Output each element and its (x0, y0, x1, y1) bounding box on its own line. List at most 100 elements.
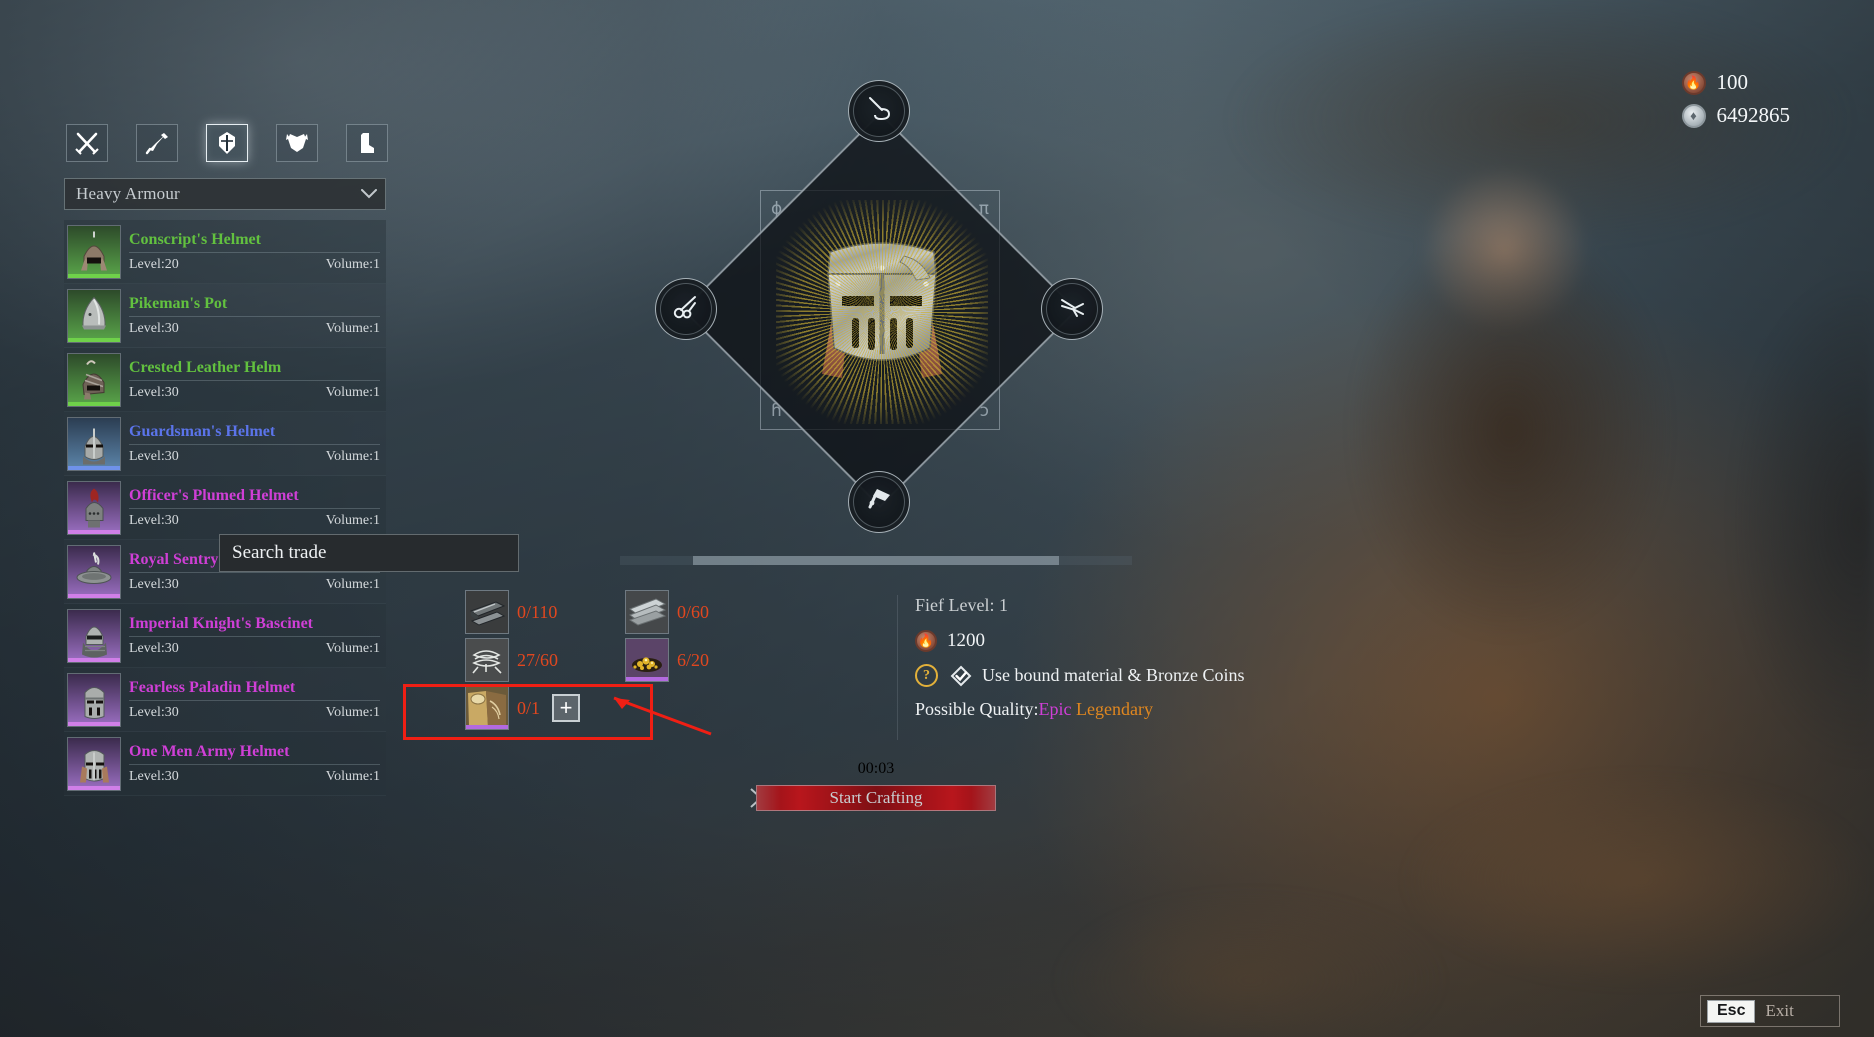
item-volume: Volume:1 (325, 384, 380, 400)
craft-cost-value: 1200 (947, 630, 985, 651)
item-name: Fearless Paladin Helmet (129, 678, 296, 696)
item-level: Level:30 (129, 512, 179, 528)
material-count: 6/20 (677, 649, 710, 670)
item-volume: Volume:1 (325, 512, 380, 528)
bronze-coin-icon: 🔥 (1681, 70, 1706, 95)
add-material-button[interactable]: + (552, 694, 581, 722)
item-thumbnail (67, 672, 121, 727)
fief-level-label: Fief Level: 1 (915, 595, 1008, 615)
node-hammer[interactable] (848, 471, 910, 533)
item-thumbnail-art (72, 418, 116, 469)
material-count: 27/60 (517, 649, 559, 670)
material-cell[interactable]: 6/20 (625, 636, 785, 684)
node-scissors[interactable] (655, 278, 717, 340)
material-cell[interactable]: 27/60 (465, 636, 625, 684)
item-level: Level:30 (129, 768, 179, 784)
craft-cost-row: 🔥 1200 (915, 630, 1375, 652)
material-icon[interactable] (465, 590, 509, 634)
bound-material-row[interactable]: ? Use bound material & Bronze Coins (915, 664, 1375, 687)
item-thumbnail (67, 480, 121, 535)
material-cell[interactable]: 0/110 (465, 588, 625, 636)
item-thumbnail-art (72, 674, 116, 725)
item-volume: Volume:1 (325, 448, 380, 464)
tab-weapons[interactable] (66, 124, 108, 162)
item-thumbnail-art (72, 546, 116, 597)
esc-exit-button[interactable]: Esc Exit (1700, 995, 1840, 1027)
item-list-row[interactable]: Fearless Paladin Helmet Level:30 Volume:1 (64, 668, 386, 732)
search-trade-tooltip[interactable]: Search trade (219, 534, 519, 572)
bronze-coin-value: 100 (1716, 70, 1749, 94)
item-list-row[interactable]: Imperial Knight's Bascinet Level:30 Volume… (64, 604, 386, 668)
material-count: 0/1 (517, 697, 541, 718)
item-thumbnail-art (72, 226, 116, 277)
currency-silver: ♦ 6492865 (1681, 103, 1791, 128)
materials-panel: 0/110 0/60 27/60 6/20 0/1 + (465, 588, 895, 732)
spear-icon (144, 131, 170, 155)
silver-coin-value: 6492865 (1716, 103, 1791, 127)
item-level: Level:30 (129, 704, 179, 720)
item-thumbnail-art (72, 354, 116, 405)
tab-body-armour[interactable] (276, 124, 318, 162)
item-level: Level:30 (129, 576, 179, 592)
question-mark-icon[interactable]: ? (915, 664, 938, 687)
item-level: Level:30 (129, 320, 179, 336)
start-crafting-button[interactable]: Start Crafting (756, 785, 996, 811)
tab-helmets[interactable] (206, 124, 248, 162)
item-thumbnail (67, 352, 121, 407)
material-icon[interactable] (465, 638, 509, 682)
diamond-check-icon[interactable] (950, 665, 972, 687)
horizontal-scrollbar[interactable] (693, 556, 1059, 565)
item-name: Crested Leather Helm (129, 358, 282, 376)
quality-value-legendary: Legendary (1076, 699, 1153, 719)
material-cell[interactable]: 0/60 (625, 588, 785, 636)
item-name: Conscript's Helmet (129, 230, 261, 248)
item-list[interactable]: Conscript's Helmet Level:20 Volume:1 Pikem… (64, 220, 386, 798)
materials-grid: 0/110 0/60 27/60 6/20 0/1 + (465, 588, 895, 732)
scissors-icon (671, 292, 701, 327)
item-list-row[interactable]: One Men Army Helmet Level:30 Volume:1 (64, 732, 386, 796)
exit-label: Exit (1765, 1001, 1794, 1020)
item-volume: Volume:1 (325, 320, 380, 336)
item-level: Level:20 (129, 256, 179, 272)
node-tongs[interactable] (1041, 278, 1103, 340)
craft-timer-value: 00:03 (857, 760, 895, 777)
tab-boots[interactable] (346, 124, 388, 162)
node-needle[interactable] (848, 80, 910, 142)
tongs-icon (1057, 292, 1087, 327)
bronze-coin-icon: 🔥 (915, 630, 937, 652)
material-icon[interactable] (465, 686, 509, 730)
helmet-icon (215, 131, 239, 155)
item-thumbnail-art (72, 290, 116, 341)
category-dropdown[interactable]: Heavy Armour (64, 178, 386, 210)
craft-info-panel: Fief Level: 1 🔥 1200 ? Use bound materia… (897, 595, 1375, 740)
item-list-row[interactable]: Pikeman's Pot Level:30 Volume:1 (64, 284, 386, 348)
item-list-row[interactable]: Conscript's Helmet Level:20 Volume:1 (64, 220, 386, 284)
crafting-stage: ɸ π ɦ ɔ (620, 50, 1140, 570)
start-crafting-label: Start Crafting (829, 788, 923, 807)
material-icon[interactable] (625, 638, 669, 682)
item-name: Imperial Knight's Bascinet (129, 614, 314, 632)
tab-polearms[interactable] (136, 124, 178, 162)
chevron-down-icon[interactable] (353, 189, 385, 199)
material-cell[interactable]: 0/1 + (465, 684, 625, 732)
material-icon[interactable] (625, 590, 669, 634)
item-name: Officer's Plumed Helmet (129, 486, 299, 504)
item-volume: Volume:1 (325, 704, 380, 720)
item-list-row[interactable]: Crested Leather Helm Level:30 Volume:1 (64, 348, 386, 412)
item-name: Guardsman's Helmet (129, 422, 276, 440)
possible-quality-label: Possible Quality: (915, 699, 1039, 719)
quality-value-epic: Epic (1038, 699, 1072, 719)
needle-thread-icon (864, 94, 894, 129)
item-thumbnail (67, 416, 121, 471)
hammer-anvil-icon (864, 485, 894, 520)
item-list-row[interactable]: Officer's Plumed Helmet Level:30 Volume:1 (64, 476, 386, 540)
rarity-rays (776, 200, 988, 424)
category-dropdown-value: Heavy Armour (76, 184, 180, 203)
search-trade-label: Search trade (232, 542, 327, 563)
item-thumbnail (67, 544, 121, 599)
item-volume: Volume:1 (325, 640, 380, 656)
selected-item-preview[interactable] (776, 200, 988, 424)
possible-quality-row: Possible Quality:Epic Legendary (915, 699, 1375, 720)
item-list-row[interactable]: Guardsman's Helmet Level:30 Volume:1 (64, 412, 386, 476)
cuirass-icon (284, 131, 310, 155)
